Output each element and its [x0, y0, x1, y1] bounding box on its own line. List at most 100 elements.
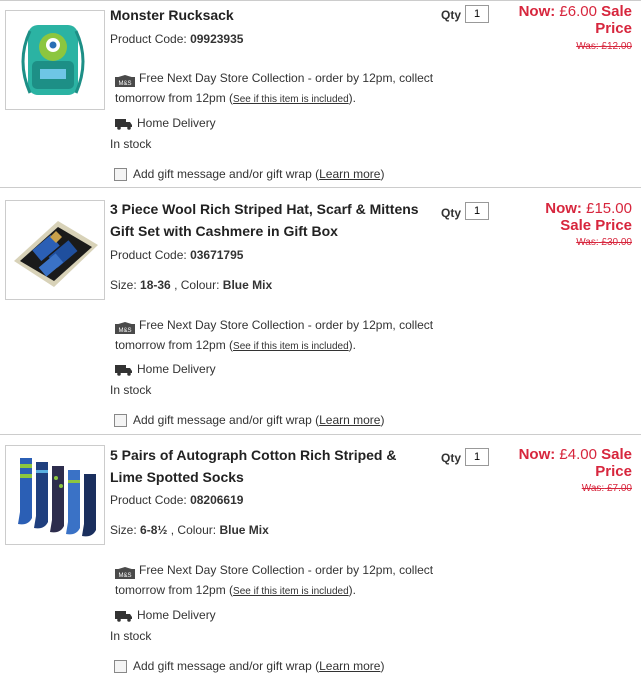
size-label: Size:	[110, 278, 137, 292]
gift-option: Add gift message and/or gift wrap (Learn…	[114, 167, 385, 182]
collect-text: Free Next Day Store Collection - order b…	[139, 318, 434, 332]
collect-text: Free Next Day Store Collection - order b…	[139, 563, 434, 577]
now-price: £6.00	[559, 3, 597, 20]
basket-item: 3 Piece Wool Rich Striped Hat, Scarf & M…	[0, 187, 641, 433]
gift-checkbox[interactable]	[114, 660, 127, 674]
was-price: Was: £30.00	[576, 237, 632, 248]
size-colour: Size: 6-8½ , Colour: Blue Mix	[110, 523, 269, 537]
ms-store-icon: M&S	[115, 73, 135, 87]
colour-label: , Colour:	[174, 278, 220, 292]
now-label: Now:	[518, 446, 556, 463]
store-collection-info: M&S Free Next Day Store Collection - ord…	[115, 68, 455, 110]
price-label: Price	[595, 463, 632, 480]
now-price: £4.00	[559, 446, 597, 463]
was-price: Was: £7.00	[582, 483, 632, 494]
stock-status: In stock	[110, 137, 152, 151]
sale-label: Sale	[601, 446, 632, 463]
size-colour: Size: 18-36 , Colour: Blue Mix	[110, 278, 272, 292]
size-value: 18-36	[140, 278, 171, 292]
sale-price-label: Sale Price	[560, 217, 632, 234]
product-image-socks[interactable]	[5, 445, 105, 545]
ms-store-icon: M&S	[115, 565, 135, 579]
gift-checkbox[interactable]	[114, 168, 127, 182]
now-price: £15.00	[586, 200, 632, 217]
qty-label: Qty	[441, 451, 462, 465]
collect-text: Free Next Day Store Collection - order b…	[139, 71, 434, 85]
product-image-gift-box[interactable]	[5, 200, 105, 300]
colour-value: Blue Mix	[219, 523, 269, 537]
size-label: Size:	[110, 523, 137, 537]
product-title[interactable]: 3 Piece Wool Rich Striped Hat, Scarf & M…	[110, 198, 430, 242]
product-code: Product Code: 03671795	[110, 248, 243, 262]
stock-status: In stock	[110, 383, 152, 397]
ms-logo-text: M&S	[118, 573, 131, 579]
delivery-van-icon	[115, 364, 133, 376]
collect-close: ).	[348, 338, 356, 352]
qty-label: Qty	[441, 8, 462, 22]
product-code-value: 09923935	[190, 32, 244, 46]
product-title[interactable]: 5 Pairs of Autograph Cotton Rich Striped…	[110, 444, 430, 488]
product-code-label: Product Code:	[110, 248, 187, 262]
home-delivery: Home Delivery	[115, 608, 216, 622]
qty-label: Qty	[441, 206, 462, 220]
product-image-rucksack[interactable]	[5, 10, 105, 110]
gift-close: )	[380, 413, 385, 427]
product-title[interactable]: Monster Rucksack	[110, 4, 430, 26]
was-label: Was:	[576, 41, 599, 52]
ms-logo-text: M&S	[118, 328, 131, 334]
home-delivery-label: Home Delivery	[137, 608, 216, 622]
store-collection-info: M&S Free Next Day Store Collection - ord…	[115, 560, 455, 602]
ms-store-icon: M&S	[115, 320, 135, 334]
see-if-included-link[interactable]: See if this item is included	[233, 341, 349, 352]
collect-text-2: tomorrow from 12pm (	[115, 583, 234, 597]
gift-checkbox[interactable]	[114, 414, 127, 428]
collect-close: ).	[348, 91, 356, 105]
product-code-value: 08206619	[190, 493, 244, 507]
product-code-label: Product Code:	[110, 493, 187, 507]
product-code-label: Product Code:	[110, 32, 187, 46]
sale-label: Sale	[601, 3, 632, 20]
sale-price: Now: £6.00 Sale Price	[462, 3, 632, 37]
collect-close: ).	[348, 583, 356, 597]
home-delivery-label: Home Delivery	[137, 116, 216, 130]
ms-logo-text: M&S	[118, 81, 131, 87]
product-code: Product Code: 09923935	[110, 32, 243, 46]
see-if-included-link[interactable]: See if this item is included	[233, 94, 349, 105]
see-if-included-link[interactable]: See if this item is included	[233, 586, 349, 597]
delivery-van-icon	[115, 610, 133, 622]
was-value: £12.00	[601, 41, 632, 52]
was-price: Was: £12.00	[576, 41, 632, 52]
size-value: 6-8½	[140, 523, 168, 537]
was-label: Was:	[576, 237, 599, 248]
home-delivery: Home Delivery	[115, 362, 216, 376]
learn-more-link[interactable]: Learn more	[319, 413, 380, 427]
collect-text-2: tomorrow from 12pm (	[115, 91, 234, 105]
home-delivery-label: Home Delivery	[137, 362, 216, 376]
product-code-value: 03671795	[190, 248, 244, 262]
now-label: Now:	[518, 3, 556, 20]
gift-close: )	[380, 167, 385, 181]
home-delivery: Home Delivery	[115, 116, 216, 130]
gift-option: Add gift message and/or gift wrap (Learn…	[114, 413, 385, 428]
stock-status: In stock	[110, 629, 152, 643]
gift-option: Add gift message and/or gift wrap (Learn…	[114, 659, 385, 674]
product-code: Product Code: 08206619	[110, 493, 243, 507]
learn-more-link[interactable]: Learn more	[319, 659, 380, 673]
delivery-van-icon	[115, 118, 133, 130]
store-collection-info: M&S Free Next Day Store Collection - ord…	[115, 315, 455, 357]
gift-close: )	[380, 659, 385, 673]
was-value: £30.00	[601, 237, 632, 248]
price-label: Price	[595, 20, 632, 37]
collect-text-2: tomorrow from 12pm (	[115, 338, 234, 352]
was-value: £7.00	[606, 483, 632, 494]
gift-label: Add gift message and/or gift wrap (	[133, 167, 320, 181]
basket-item: 5 Pairs of Autograph Cotton Rich Striped…	[0, 434, 641, 680]
gift-label: Add gift message and/or gift wrap (	[133, 413, 320, 427]
gift-label: Add gift message and/or gift wrap (	[133, 659, 320, 673]
sale-price: Now: £4.00 Sale Price	[462, 446, 632, 480]
colour-label: , Colour:	[170, 523, 217, 537]
was-label: Was:	[581, 483, 605, 494]
learn-more-link[interactable]: Learn more	[319, 167, 380, 181]
sale-price: Now: £15.00 Sale Price	[462, 200, 632, 234]
colour-value: Blue Mix	[222, 278, 273, 292]
